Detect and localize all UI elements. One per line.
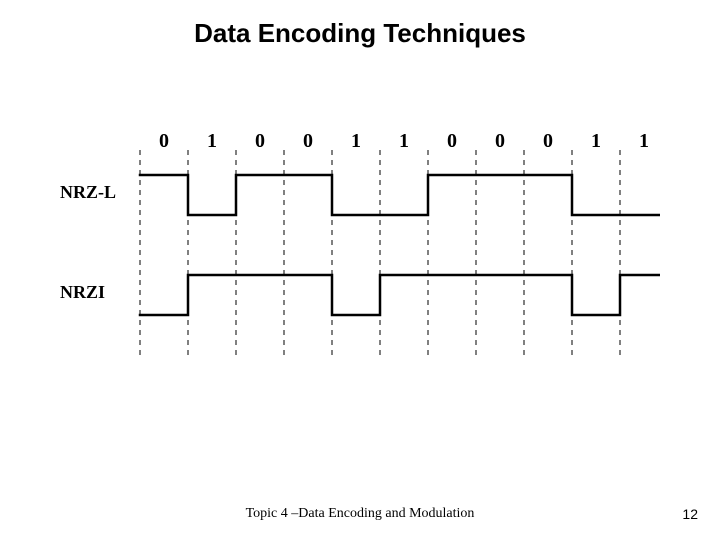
signal-label: NRZ-L [60, 182, 116, 203]
diagram-svg [60, 120, 660, 380]
bit-label: 0 [447, 130, 457, 153]
page-title: Data Encoding Techniques [0, 18, 720, 49]
encoding-diagram: 0 1 0 0 1 1 0 0 0 1 1 NRZ-L NRZI [60, 120, 660, 380]
signal-label: NRZI [60, 282, 105, 303]
bit-label: 0 [495, 130, 505, 153]
page-number: 12 [682, 506, 698, 522]
bit-label: 0 [255, 130, 265, 153]
bit-label: 1 [351, 130, 361, 153]
bit-label: 0 [543, 130, 553, 153]
bit-label: 1 [399, 130, 409, 153]
bit-label: 1 [639, 130, 649, 153]
footer-text: Topic 4 –Data Encoding and Modulation [0, 506, 720, 522]
bit-label: 1 [207, 130, 217, 153]
bit-label: 0 [303, 130, 313, 153]
bit-label: 1 [591, 130, 601, 153]
bit-label: 0 [159, 130, 169, 153]
